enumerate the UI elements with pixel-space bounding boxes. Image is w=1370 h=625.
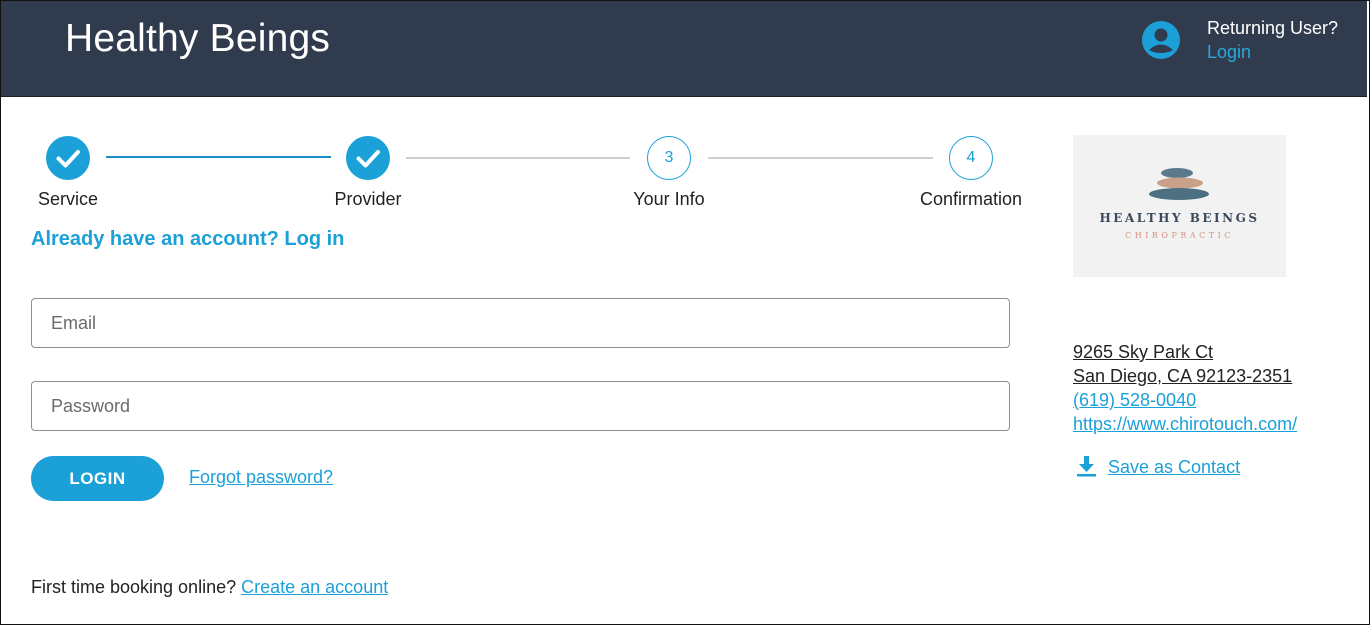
- login-heading[interactable]: Already have an account? Log in: [31, 228, 344, 251]
- forgot-password-link[interactable]: Forgot password?: [189, 467, 333, 488]
- top-header: Healthy Beings Returning User? Login: [1, 1, 1367, 97]
- header-login-link[interactable]: Login: [1207, 42, 1251, 63]
- stacked-stones-icon: [1149, 168, 1209, 200]
- step-provider-check-icon[interactable]: [346, 136, 390, 180]
- practice-logo: HEALTHY BEINGS CHIROPRACTIC: [1073, 135, 1286, 277]
- login-button[interactable]: LOGIN: [31, 456, 164, 501]
- logo-subtitle: CHIROPRACTIC: [1125, 231, 1234, 240]
- step-provider-label: Provider: [334, 189, 402, 209]
- first-time-text: First time booking online?: [31, 577, 237, 597]
- step-service-label: Service: [37, 189, 99, 209]
- address-line-2[interactable]: San Diego, CA 92123-2351: [1073, 366, 1292, 387]
- user-account-icon[interactable]: [1141, 20, 1181, 60]
- step-confirmation-number: 4: [949, 136, 993, 180]
- website-link[interactable]: https://www.chirotouch.com/: [1073, 414, 1297, 435]
- email-input[interactable]: [32, 299, 1009, 347]
- step-connector-3: [708, 157, 933, 159]
- save-as-contact-link[interactable]: Save as Contact: [1108, 457, 1240, 478]
- email-field: [31, 298, 1010, 348]
- password-input[interactable]: [32, 382, 1009, 430]
- step-service-check-icon[interactable]: [46, 136, 90, 180]
- address-line-1[interactable]: 9265 Sky Park Ct: [1073, 342, 1213, 363]
- step-your-info-label: Your Info: [633, 189, 705, 209]
- step-confirmation-label: Confirmation: [919, 189, 1023, 209]
- logo-title: HEALTHY BEINGS: [1099, 211, 1260, 225]
- download-icon[interactable]: [1077, 455, 1096, 477]
- password-field: [31, 381, 1010, 431]
- create-account-link[interactable]: Create an account: [241, 577, 388, 597]
- step-connector-2: [406, 157, 630, 159]
- step-connector-1: [106, 156, 331, 158]
- brand-title: Healthy Beings: [65, 17, 331, 60]
- returning-user-label: Returning User?: [1207, 18, 1339, 38]
- phone-link[interactable]: (619) 528-0040: [1073, 390, 1196, 411]
- first-time-booking: First time booking online? Create an acc…: [31, 577, 388, 598]
- step-your-info-number: 3: [647, 136, 691, 180]
